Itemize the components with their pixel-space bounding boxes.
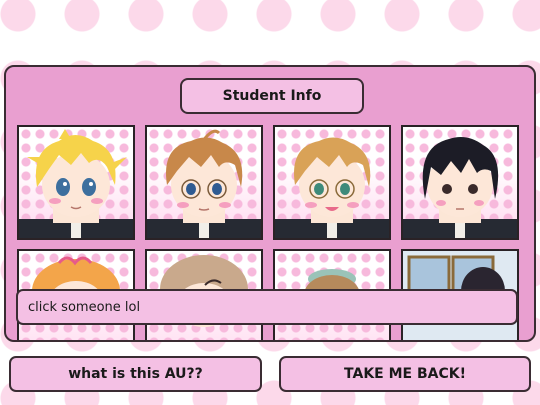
student-card-1[interactable]	[17, 125, 135, 240]
what-is-this-au-button[interactable]: what is this AU??	[9, 356, 262, 392]
student-card-3[interactable]	[273, 125, 391, 240]
message-box: click someone lol	[16, 289, 518, 325]
brown-hair-glasses-boy-portrait-icon	[147, 129, 261, 238]
black-hair-boy-portrait-icon	[403, 137, 517, 238]
student-card-4[interactable]	[401, 125, 519, 240]
student-info-panel: Student Info click someone lol	[4, 65, 536, 342]
take-me-back-button[interactable]: TAKE ME BACK!	[279, 356, 531, 392]
light-brown-hair-glasses-boy-portrait-icon	[275, 137, 389, 238]
blonde-boy-portrait-icon	[19, 129, 133, 238]
student-info-title: Student Info	[180, 78, 364, 114]
student-card-2[interactable]	[145, 125, 263, 240]
